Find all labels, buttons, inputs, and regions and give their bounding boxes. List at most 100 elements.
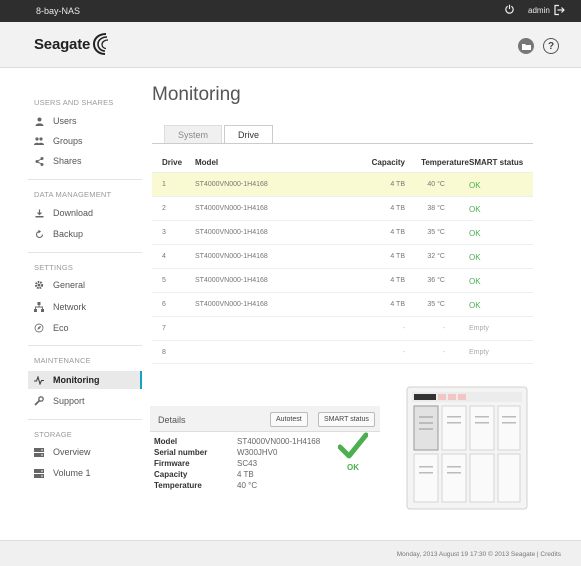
eco-icon <box>34 323 44 333</box>
smart-status: OK <box>469 277 481 286</box>
column-header-temperature[interactable]: Temperature <box>421 158 469 167</box>
seagate-logo: Seagate <box>34 32 120 56</box>
drive-model: ST4000VN000-1H4168 <box>195 205 268 212</box>
sidebar-item-support[interactable]: Support <box>28 392 142 410</box>
autotest-button[interactable]: Autotest <box>270 412 308 427</box>
tab-drive[interactable]: Drive <box>224 125 274 144</box>
seagate-swirl-icon <box>93 33 109 55</box>
drive-capacity: 4 TB <box>390 253 405 260</box>
column-header-drive[interactable]: Drive <box>162 158 182 167</box>
sidebar-section-title: MAINTENANCE <box>34 356 91 365</box>
table-row[interactable]: 4 ST4000VN000-1H4168 4 TB 32 °C OK <box>152 244 533 268</box>
smart-status: OK <box>469 253 481 262</box>
table-row[interactable]: 5 ST4000VN000-1H4168 4 TB 36 °C OK <box>152 268 533 292</box>
sidebar-section-title: STORAGE <box>34 430 72 439</box>
smart-status-button[interactable]: SMART status <box>318 412 375 427</box>
detail-value: 40 °C <box>237 481 258 490</box>
drive-number: 2 <box>162 205 166 212</box>
column-header-smart[interactable]: SMART status <box>469 158 523 167</box>
gear-icon <box>34 280 44 290</box>
sidebar-item-groups[interactable]: Groups <box>28 132 142 150</box>
details-title: Details <box>158 415 186 425</box>
sidebar-item-volume-1[interactable]: Volume 1 <box>28 464 142 482</box>
drive-number: 7 <box>162 325 166 332</box>
sidebar-section-title: DATA MANAGEMENT <box>34 190 112 199</box>
drive-number: 3 <box>162 229 166 236</box>
table-row[interactable]: 2 ST4000VN000-1H4168 4 TB 38 °C OK <box>152 196 533 220</box>
sidebar-item-users[interactable]: Users <box>28 112 142 130</box>
storage-icon <box>34 447 44 457</box>
detail-value: SC43 <box>237 459 258 468</box>
drive-temperature: - <box>442 349 445 356</box>
user-icon <box>34 116 44 126</box>
drive-capacity: 4 TB <box>390 277 405 284</box>
drive-number: 1 <box>162 181 166 188</box>
drive-capacity: 4 TB <box>390 229 405 236</box>
sidebar-item-label: Users <box>53 116 77 126</box>
power-icon[interactable] <box>504 4 515 15</box>
drive-capacity: - <box>402 325 405 332</box>
brand-name: Seagate <box>34 35 91 53</box>
footer: Monday, 2013 August 19 17:30 © 2013 Seag… <box>0 540 581 566</box>
sidebar-item-shares[interactable]: Shares <box>28 152 142 170</box>
column-header-capacity[interactable]: Capacity <box>372 158 405 167</box>
smart-status: OK <box>469 301 481 310</box>
user-name[interactable]: admin <box>528 6 550 15</box>
drive-temperature: 40 °C <box>427 181 445 188</box>
drive-capacity: 4 TB <box>390 205 405 212</box>
smart-status: OK <box>469 181 481 190</box>
divider <box>28 345 142 346</box>
network-icon <box>34 302 44 312</box>
sidebar-item-label: Network <box>53 302 87 312</box>
folder-icon[interactable] <box>518 38 534 54</box>
drive-temperature: 32 °C <box>427 253 445 260</box>
sidebar-item-general[interactable]: General <box>28 276 142 294</box>
sidebar-item-label: Monitoring <box>53 375 100 385</box>
drive-model: ST4000VN000-1H4168 <box>195 253 268 260</box>
table-row[interactable]: 3 ST4000VN000-1H4168 4 TB 35 °C OK <box>152 220 533 244</box>
drive-temperature: 35 °C <box>427 229 445 236</box>
sidebar-item-label: Eco <box>53 323 69 333</box>
smart-status: OK <box>469 205 481 214</box>
column-header-label: Temperature <box>421 158 469 167</box>
drive-number: 8 <box>162 349 166 356</box>
table-row[interactable]: 7 - - Empty <box>152 316 533 340</box>
backup-icon <box>34 229 44 239</box>
share-icon <box>34 156 44 166</box>
monitoring-icon <box>34 375 44 385</box>
detail-key: Serial number <box>154 448 208 457</box>
divider <box>152 143 533 144</box>
sidebar-item-eco[interactable]: Eco <box>28 319 142 337</box>
table-row[interactable]: 1 ST4000VN000-1H4168 4 TB 40 °C OK <box>152 172 533 196</box>
detail-key: Firmware <box>154 459 190 468</box>
logout-icon[interactable] <box>553 4 565 16</box>
sidebar-item-label: Backup <box>53 229 84 239</box>
drive-number: 6 <box>162 301 166 308</box>
smart-status: Empty <box>469 325 489 332</box>
group-icon <box>34 136 44 146</box>
help-icon[interactable]: ? <box>543 38 559 54</box>
drive-model: ST4000VN000-1H4168 <box>195 181 268 188</box>
column-header-model[interactable]: Model <box>195 158 218 167</box>
divider <box>28 252 142 253</box>
sidebar: USERS AND SHARES Users Groups Shares DAT… <box>0 68 142 540</box>
sidebar-item-label: Overview <box>53 447 91 457</box>
sidebar-item-label: Groups <box>53 136 83 146</box>
sidebar-item-label: Volume 1 <box>53 468 91 478</box>
smart-status: Empty <box>469 349 489 356</box>
sidebar-item-network[interactable]: Network <box>28 298 142 316</box>
table-row[interactable]: 8 - - Empty <box>152 340 533 364</box>
sidebar-item-backup[interactable]: Backup <box>28 225 142 243</box>
sidebar-item-label: Support <box>53 396 85 406</box>
detail-key: Temperature <box>154 481 202 490</box>
nas-device-illustration <box>406 386 528 510</box>
table-row[interactable]: 6 ST4000VN000-1H4168 4 TB 35 °C OK <box>152 292 533 316</box>
sidebar-item-monitoring[interactable]: Monitoring <box>28 371 142 389</box>
tab-system[interactable]: System <box>164 125 223 143</box>
detail-value: W300JHV0 <box>237 448 278 457</box>
drive-model: ST4000VN000-1H4168 <box>195 229 268 236</box>
app-header: Seagate ? <box>0 22 581 68</box>
divider <box>28 419 142 420</box>
sidebar-item-download[interactable]: Download <box>28 204 142 222</box>
sidebar-item-overview[interactable]: Overview <box>28 443 142 461</box>
